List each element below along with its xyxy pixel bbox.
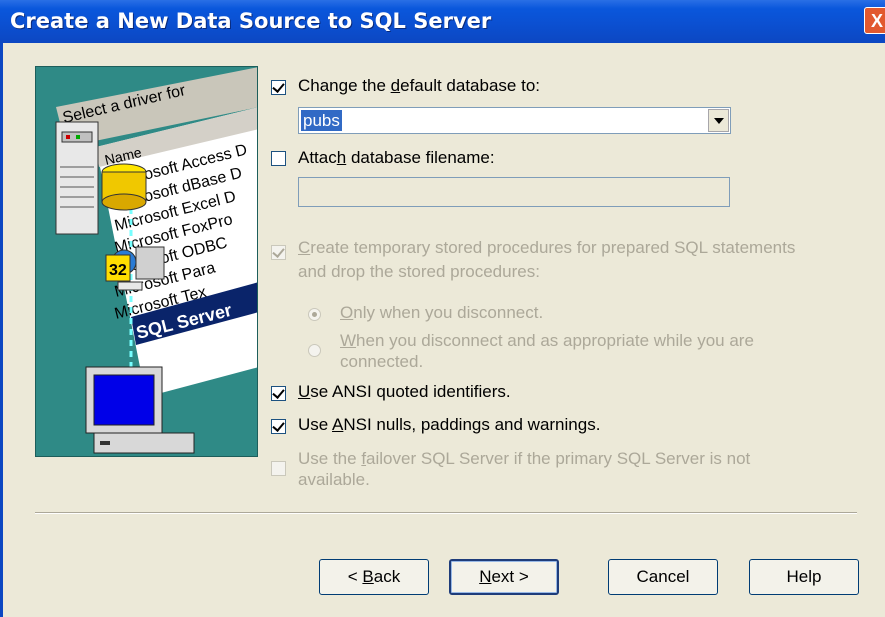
access-key: B xyxy=(362,567,374,586)
label-part: nly when you disconnect. xyxy=(353,303,544,322)
illustration-svg: Select a driver for Name Microsoft Acces… xyxy=(55,67,257,454)
attach-db-label[interactable]: Attach database filename: xyxy=(298,148,495,168)
ansi-nulls-label[interactable]: Use ANSI nulls, paddings and warnings. xyxy=(298,415,600,435)
label-part: ext > xyxy=(491,567,529,586)
default-database-value: pubs xyxy=(301,110,342,131)
label-part: Change the xyxy=(298,76,391,95)
label-part: database filename: xyxy=(346,148,495,167)
label-part: < xyxy=(347,567,363,586)
failover-checkbox[interactable] xyxy=(271,461,286,476)
separator xyxy=(35,512,857,514)
change-default-db-label[interactable]: Change the default database to: xyxy=(298,76,540,96)
access-key: O xyxy=(340,303,354,322)
access-key: d xyxy=(390,76,401,95)
access-key: N xyxy=(479,567,492,586)
close-icon: X xyxy=(870,11,883,31)
access-key: A xyxy=(332,415,344,434)
failover-label: Use the failover SQL Server if the prima… xyxy=(298,448,750,490)
temp-procs-checkbox[interactable] xyxy=(271,245,286,260)
only-disconnect-radio[interactable] xyxy=(308,308,321,321)
disconnect-and-appropriate-radio[interactable] xyxy=(308,344,321,357)
label-part: se ANSI quoted identifiers. xyxy=(310,382,511,401)
window-title: Create a New Data Source to SQL Server xyxy=(10,9,492,33)
cancel-button[interactable]: Cancel xyxy=(608,559,718,595)
label-part: connected. xyxy=(340,352,424,371)
disconnect-and-appropriate-label: When you disconnect and as appropriate w… xyxy=(340,330,754,372)
access-key: W xyxy=(340,331,357,350)
label-part: Use the xyxy=(298,449,362,468)
label-part: NSI nulls, paddings and warnings. xyxy=(343,415,601,434)
chevron-down-icon[interactable] xyxy=(708,109,729,132)
wizard-illustration: Select a driver for Name Microsoft Acces… xyxy=(35,66,258,457)
access-key: C xyxy=(298,238,311,257)
art-badge: 32 xyxy=(109,262,127,279)
next-button[interactable]: Next > xyxy=(449,559,559,595)
temp-procs-label: Create temporary stored procedures for p… xyxy=(298,236,795,284)
default-database-select[interactable]: pubs xyxy=(298,107,731,134)
label-part: Attac xyxy=(298,148,337,167)
title-bar: Create a New Data Source to SQL Server X xyxy=(0,0,885,43)
access-key: h xyxy=(336,148,347,167)
label-part: reate temporary stored procedures for pr… xyxy=(310,238,796,257)
ansi-quoted-checkbox[interactable] xyxy=(271,386,286,401)
back-button[interactable]: < Back xyxy=(319,559,429,595)
label-part: available. xyxy=(298,470,370,489)
access-key: U xyxy=(298,382,311,401)
label-part: ailover SQL Server if the primary SQL Se… xyxy=(366,449,751,468)
only-disconnect-label: Only when you disconnect. xyxy=(340,303,543,323)
label-part: ack xyxy=(373,567,401,586)
label-part: and drop the stored procedures: xyxy=(298,262,540,281)
change-default-db-checkbox[interactable] xyxy=(271,80,286,95)
label-part: hen you disconnect and as appropriate wh… xyxy=(356,331,754,350)
attach-db-filename-input[interactable] xyxy=(298,177,730,207)
ansi-nulls-checkbox[interactable] xyxy=(271,419,286,434)
label-part: efault database to: xyxy=(400,76,540,95)
close-button[interactable]: X xyxy=(864,7,885,34)
attach-db-checkbox[interactable] xyxy=(271,151,286,166)
ansi-quoted-label[interactable]: Use ANSI quoted identifiers. xyxy=(298,382,511,402)
help-button[interactable]: Help xyxy=(749,559,859,595)
label-part: Use xyxy=(298,415,333,434)
